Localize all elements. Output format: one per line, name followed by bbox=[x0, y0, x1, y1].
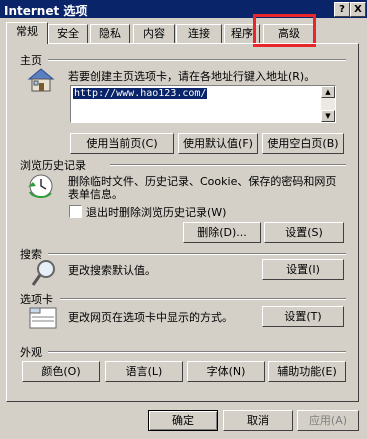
homepage-url-field[interactable]: http://www.hao123.com/ ▲ ▼ bbox=[70, 85, 336, 123]
tab-connections[interactable]: 连接 bbox=[176, 24, 222, 43]
ok-button[interactable]: 确定 bbox=[148, 410, 218, 431]
use-current-button[interactable]: 使用当前页(C) bbox=[70, 133, 174, 154]
cancel-button[interactable]: 取消 bbox=[223, 410, 293, 431]
window-title: Internet 选项 bbox=[4, 4, 88, 18]
history-icon bbox=[28, 174, 53, 198]
colors-button[interactable]: 颜色(O) bbox=[22, 361, 100, 382]
homepage-description: 若要创建主页选项卡，请在各地址行键入地址(R)。 bbox=[68, 70, 316, 83]
use-default-button[interactable]: 使用默认值(F) bbox=[178, 133, 258, 154]
close-button[interactable]: X bbox=[350, 2, 366, 17]
tabs-settings-button[interactable]: 设置(T) bbox=[262, 306, 344, 327]
tab-privacy[interactable]: 隐私 bbox=[90, 24, 130, 43]
tab-security[interactable]: 安全 bbox=[48, 24, 88, 43]
delete-on-exit-checkbox[interactable] bbox=[69, 205, 82, 218]
tab-content[interactable]: 内容 bbox=[133, 24, 175, 43]
use-blank-button[interactable]: 使用空白页(B) bbox=[262, 133, 344, 154]
section-divider bbox=[48, 253, 346, 255]
scroll-down-icon[interactable]: ▼ bbox=[321, 110, 335, 122]
scroll-up-icon[interactable]: ▲ bbox=[321, 86, 335, 98]
tab-general[interactable]: 常规 bbox=[6, 22, 48, 44]
search-settings-button[interactable]: 设置(I) bbox=[262, 259, 344, 280]
search-description: 更改搜索默认值。 bbox=[68, 264, 156, 277]
help-button[interactable]: ? bbox=[334, 2, 350, 17]
appearance-section-title: 外观 bbox=[20, 346, 42, 359]
tabs-description: 更改网页在选项卡中显示的方式。 bbox=[68, 311, 233, 324]
section-divider bbox=[60, 298, 346, 300]
history-settings-button[interactable]: 设置(S) bbox=[264, 222, 344, 243]
accessibility-button[interactable]: 辅助功能(E) bbox=[268, 361, 346, 382]
url-scrollbar[interactable]: ▲ ▼ bbox=[321, 86, 335, 122]
section-divider bbox=[110, 164, 346, 166]
delete-on-exit-label: 退出时删除浏览历史记录(W) bbox=[86, 206, 227, 219]
tabbed-window-icon bbox=[29, 307, 57, 329]
section-divider bbox=[48, 351, 346, 353]
apply-button[interactable]: 应用(A) bbox=[297, 410, 359, 431]
delete-history-button[interactable]: 删除(D)... bbox=[183, 222, 261, 243]
magnifier-icon bbox=[31, 260, 55, 286]
languages-button[interactable]: 语言(L) bbox=[105, 361, 183, 382]
home-icon bbox=[27, 68, 55, 92]
homepage-url-text: http://www.hao123.com/ bbox=[73, 88, 208, 99]
history-section-title: 浏览历史记录 bbox=[20, 159, 86, 172]
fonts-button[interactable]: 字体(N) bbox=[187, 361, 265, 382]
section-divider bbox=[48, 59, 346, 61]
history-description-line2: 表单信息。 bbox=[68, 188, 123, 201]
